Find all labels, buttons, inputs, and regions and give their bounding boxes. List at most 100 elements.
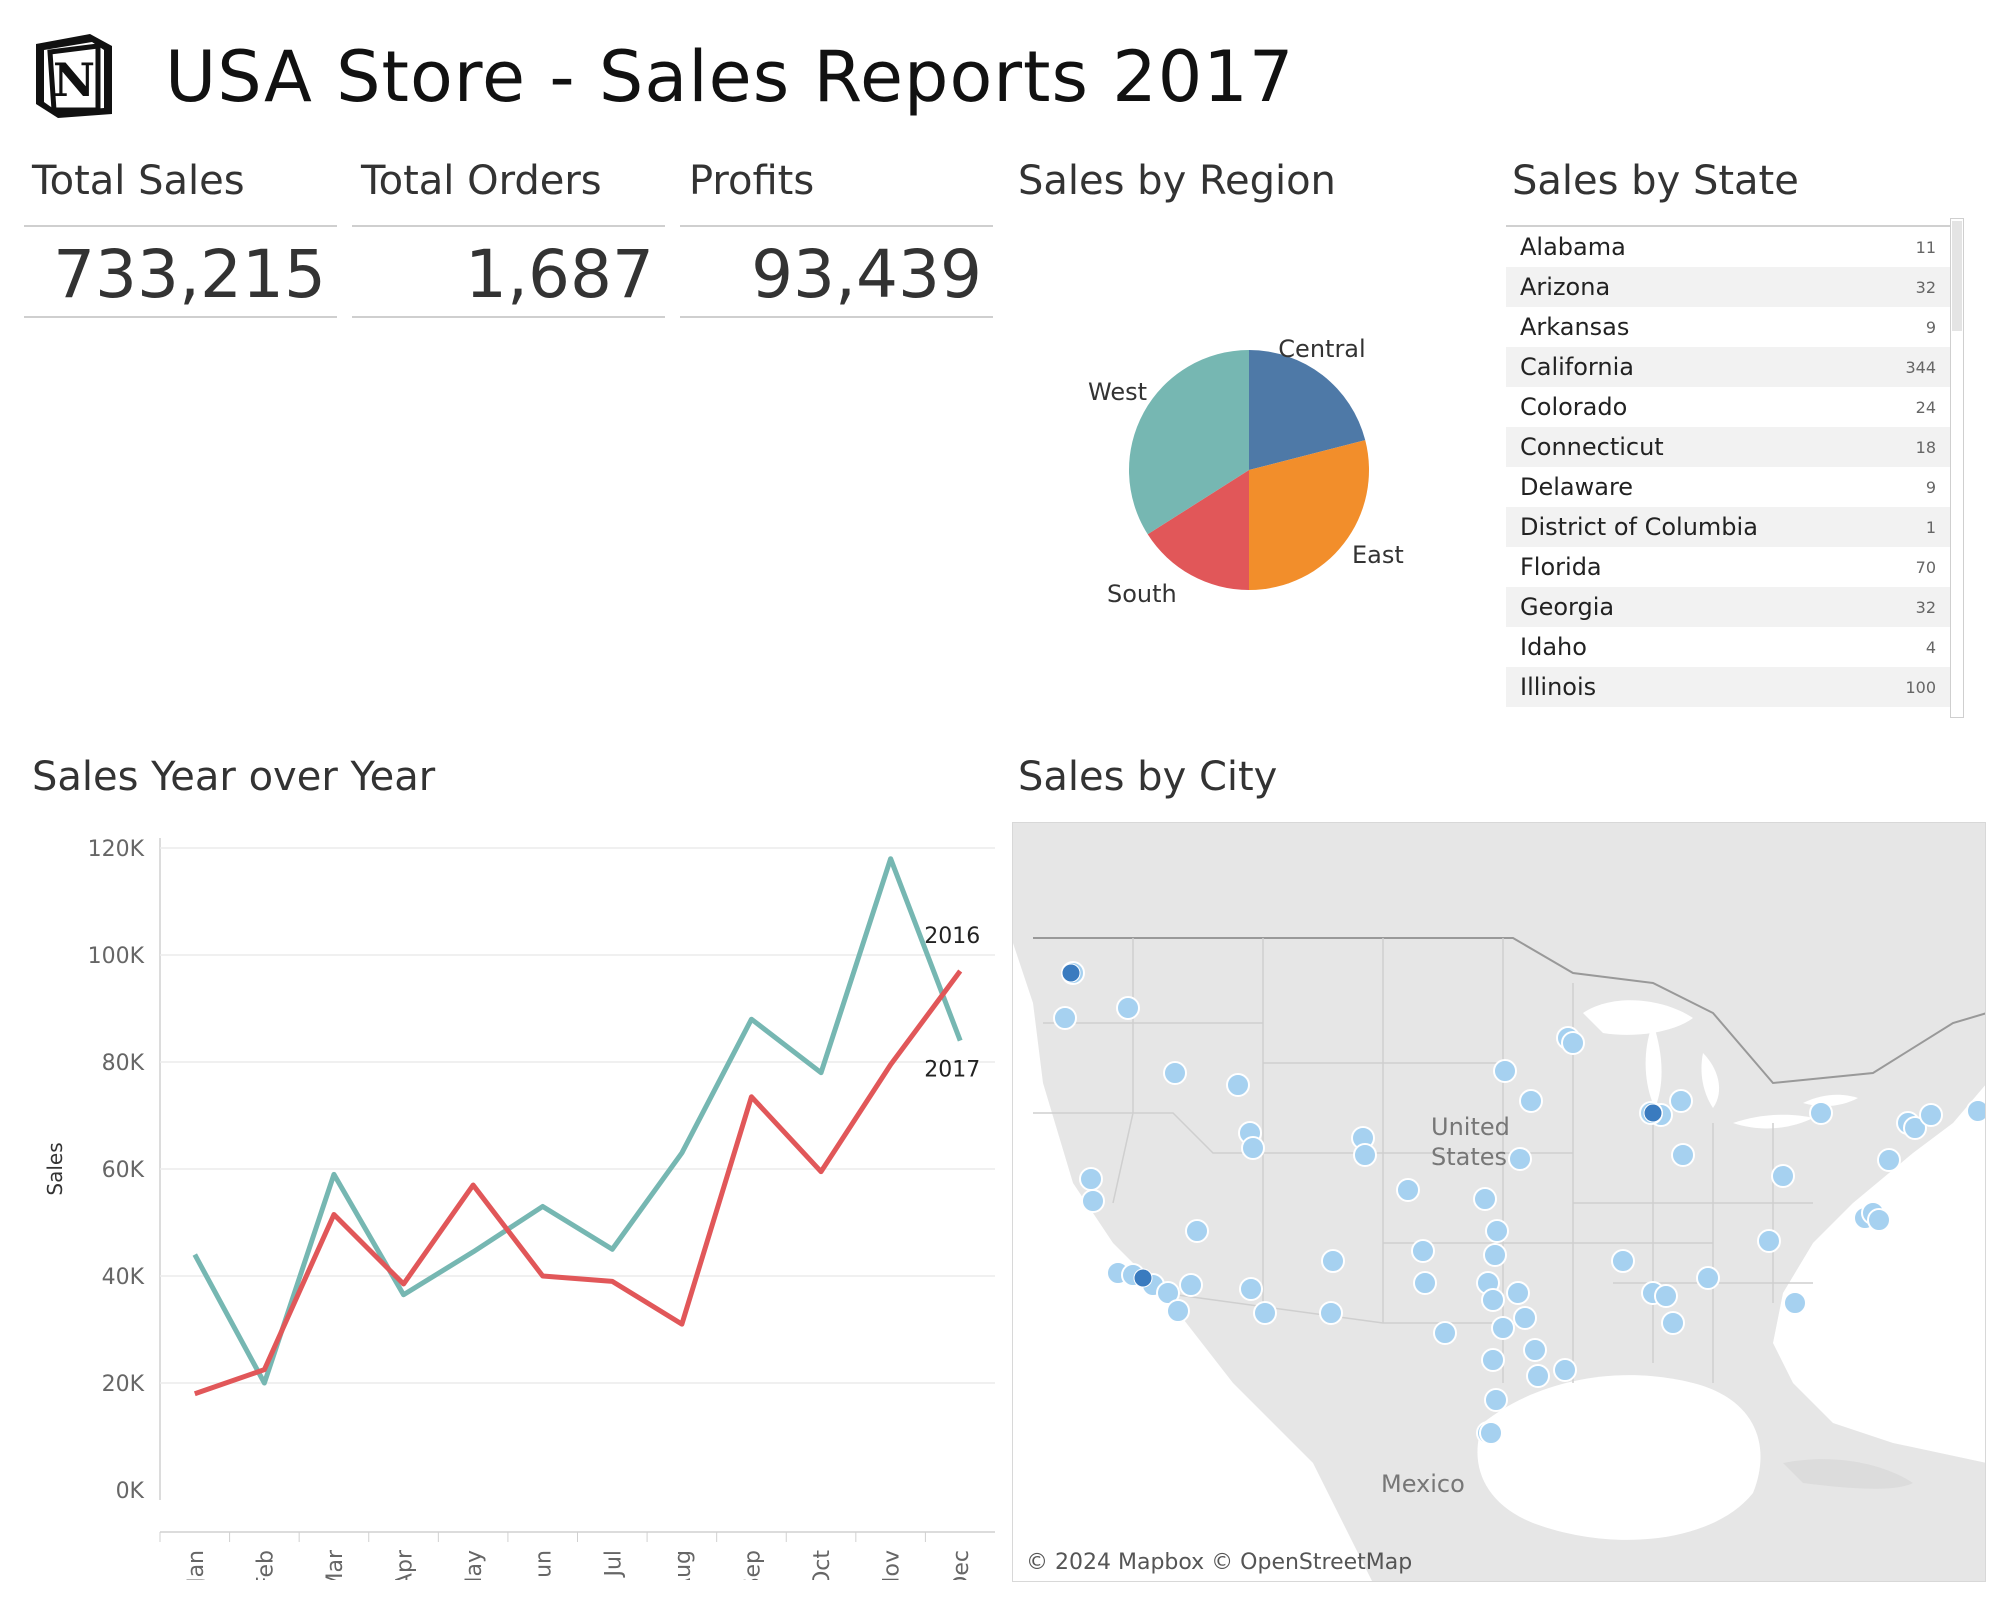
city-bubble[interactable] <box>1481 1348 1505 1372</box>
kpi-total-sales-label: Total Sales <box>32 158 245 204</box>
city-bubble[interactable] <box>1433 1321 1457 1345</box>
city-bubble[interactable] <box>1553 1358 1577 1382</box>
city-bubble[interactable] <box>1116 996 1140 1020</box>
state-row[interactable]: Idaho 4 <box>1506 627 1950 667</box>
kpi-total-orders-label: Total Orders <box>361 158 602 204</box>
city-bubble[interactable] <box>1523 1338 1547 1362</box>
state-row[interactable]: Alabama 11 <box>1506 227 1950 267</box>
city-bubble[interactable] <box>1185 1219 1209 1243</box>
state-row[interactable]: Connecticut 18 <box>1506 427 1950 467</box>
city-bubble[interactable] <box>1491 1316 1515 1340</box>
city-bubble[interactable] <box>1179 1273 1203 1297</box>
city-bubble-highlight[interactable] <box>1133 1268 1153 1288</box>
city-bubble[interactable] <box>1661 1311 1685 1335</box>
city-bubble[interactable] <box>1484 1388 1508 1412</box>
city-bubble[interactable] <box>1919 1103 1943 1127</box>
city-bubble[interactable] <box>1473 1187 1497 1211</box>
city-bubble[interactable] <box>1526 1364 1550 1388</box>
city-bubble[interactable] <box>1493 1059 1517 1083</box>
state-row[interactable]: Florida 70 <box>1506 547 1950 587</box>
city-bubble[interactable] <box>1081 1189 1105 1213</box>
city-bubble[interactable] <box>1966 1099 1986 1123</box>
city-bubble[interactable] <box>1226 1073 1250 1097</box>
city-bubble[interactable] <box>1877 1148 1901 1172</box>
x-tick-label: Mar <box>323 1549 348 1580</box>
state-row[interactable]: Georgia 32 <box>1506 587 1950 627</box>
region-pie-chart: Central East South West <box>1088 335 1404 608</box>
city-bubble[interactable] <box>1771 1164 1795 1188</box>
city-bubble[interactable] <box>1809 1101 1833 1125</box>
city-bubble[interactable] <box>1485 1219 1509 1243</box>
state-list-scrollbar[interactable] <box>1950 218 1964 718</box>
kpi-total-sales-value: 733,215 <box>53 236 326 313</box>
city-bubble-highlight[interactable] <box>1643 1103 1663 1123</box>
city-bubble[interactable] <box>1411 1239 1435 1263</box>
state-name: Idaho <box>1520 633 1587 661</box>
state-name: Florida <box>1520 553 1602 581</box>
city-bubble[interactable] <box>1696 1266 1720 1290</box>
city-bubble[interactable] <box>1163 1061 1187 1085</box>
state-count: 9 <box>1925 317 1936 337</box>
city-bubble[interactable] <box>1479 1421 1503 1445</box>
state-count: 32 <box>1915 277 1936 297</box>
city-bubble[interactable] <box>1561 1031 1585 1055</box>
city-bubble[interactable] <box>1319 1301 1343 1325</box>
state-name: Georgia <box>1520 593 1615 621</box>
city-bubble[interactable] <box>1241 1136 1265 1160</box>
city-bubble[interactable] <box>1757 1229 1781 1253</box>
city-bubble[interactable] <box>1166 1299 1190 1323</box>
city-bubble-highlight[interactable] <box>1061 963 1081 983</box>
map-credit[interactable]: © 2024 Mapbox © OpenStreetMap <box>1026 1550 1412 1575</box>
city-bubble[interactable] <box>1396 1178 1420 1202</box>
state-name: California <box>1520 353 1634 381</box>
city-bubble[interactable] <box>1239 1277 1263 1301</box>
city-bubble[interactable] <box>1671 1143 1695 1167</box>
city-bubble[interactable] <box>1611 1249 1635 1273</box>
y-tick-label: 60K <box>102 1158 145 1183</box>
city-bubble[interactable] <box>1654 1284 1678 1308</box>
city-bubble[interactable] <box>1053 1006 1077 1030</box>
city-bubble[interactable] <box>1353 1143 1377 1167</box>
city-map[interactable]: United States Mexico <box>1012 822 1986 1582</box>
city-bubble[interactable] <box>1669 1089 1693 1113</box>
city-bubble[interactable] <box>1867 1208 1891 1232</box>
state-row[interactable]: Delaware 9 <box>1506 467 1950 507</box>
state-count: 9 <box>1925 477 1936 497</box>
kpi-divider <box>680 316 993 318</box>
city-bubble[interactable] <box>1079 1167 1103 1191</box>
kpi-divider <box>352 225 665 227</box>
city-bubble[interactable] <box>1253 1301 1277 1325</box>
state-row[interactable]: Colorado 24 <box>1506 387 1950 427</box>
state-list[interactable]: Alabama 11 Arizona 32 Arkansas 9 California 344… <box>1506 225 1964 717</box>
y-tick-label: 20K <box>102 1372 145 1397</box>
series-line-2016[interactable] <box>192 856 963 1386</box>
city-bubble[interactable] <box>1513 1306 1537 1330</box>
series-line-2017[interactable] <box>193 969 963 1397</box>
city-bubble[interactable] <box>1783 1291 1807 1315</box>
x-tick-label: Jun <box>532 1550 557 1580</box>
state-table-title: Sales by State <box>1512 158 1799 204</box>
scroll-thumb[interactable] <box>1952 221 1962 331</box>
kpi-divider <box>24 225 337 227</box>
city-bubble[interactable] <box>1506 1281 1530 1305</box>
city-bubble[interactable] <box>1481 1288 1505 1312</box>
state-row[interactable]: Arizona 32 <box>1506 267 1950 307</box>
map-label-states: States <box>1431 1143 1508 1171</box>
x-tick-label: Nov <box>880 1550 905 1580</box>
state-row[interactable]: District of Columbia 1 <box>1506 507 1950 547</box>
state-count: 4 <box>1925 637 1936 657</box>
state-name: Delaware <box>1520 473 1634 501</box>
state-row[interactable]: Illinois 100 <box>1506 667 1950 707</box>
pie-label-south: South <box>1107 580 1177 608</box>
city-bubble[interactable] <box>1519 1089 1543 1113</box>
state-row[interactable]: Arkansas 9 <box>1506 307 1950 347</box>
state-row[interactable]: California 344 <box>1506 347 1950 387</box>
x-tick-label: Feb <box>253 1550 278 1580</box>
page-title: USA Store - Sales Reports 2017 <box>165 36 1295 118</box>
state-name: District of Columbia <box>1520 513 1758 541</box>
city-bubble[interactable] <box>1413 1271 1437 1295</box>
y-tick-label: 0K <box>116 1479 145 1504</box>
city-bubble[interactable] <box>1508 1147 1532 1171</box>
city-bubble[interactable] <box>1483 1243 1507 1267</box>
city-bubble[interactable] <box>1321 1249 1345 1273</box>
